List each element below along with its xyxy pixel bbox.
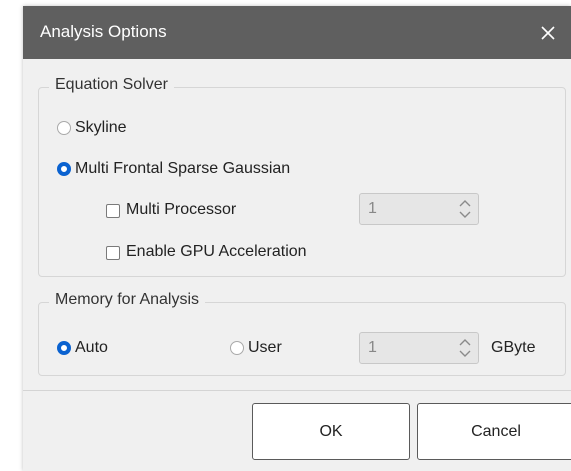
equation-solver-group: Equation Solver Skyline Multi Frontal Sp… <box>38 76 566 277</box>
gpu-acceleration-checkbox[interactable] <box>106 246 120 260</box>
title-bar: Analysis Options <box>23 6 571 59</box>
button-separator <box>23 390 571 391</box>
skyline-label[interactable]: Skyline <box>75 119 127 137</box>
multi-processor-spinbox[interactable]: 1 <box>359 193 479 225</box>
analysis-options-dialog: Analysis Options Equation Solver Skyline… <box>23 6 571 471</box>
gpu-acceleration-label[interactable]: Enable GPU Acceleration <box>126 243 307 261</box>
multi-processor-label[interactable]: Multi Processor <box>126 201 236 219</box>
multifrontal-label[interactable]: Multi Frontal Sparse Gaussian <box>75 160 290 178</box>
memory-user-value: 1 <box>368 339 377 356</box>
memory-unit-label: GByte <box>491 339 536 356</box>
close-button[interactable] <box>525 6 571 59</box>
ok-button[interactable]: OK <box>252 403 410 460</box>
multi-processor-value: 1 <box>368 200 377 217</box>
multifrontal-radio[interactable] <box>57 162 71 176</box>
memory-group: Memory for Analysis Auto User 1 GByte <box>38 291 566 376</box>
auto-label[interactable]: Auto <box>75 339 108 357</box>
spin-arrows-icon[interactable] <box>458 337 472 359</box>
skyline-radio[interactable] <box>57 121 71 135</box>
spin-arrows-icon[interactable] <box>458 198 472 220</box>
close-icon <box>541 25 555 40</box>
user-label[interactable]: User <box>248 339 282 357</box>
memory-user-spinbox[interactable]: 1 <box>359 332 479 364</box>
multi-processor-checkbox[interactable] <box>106 204 120 218</box>
user-radio[interactable] <box>230 341 244 355</box>
memory-legend: Memory for Analysis <box>49 291 206 309</box>
auto-radio[interactable] <box>57 341 71 355</box>
cancel-button[interactable]: Cancel <box>417 403 571 460</box>
dialog-title: Analysis Options <box>40 22 167 41</box>
equation-solver-legend: Equation Solver <box>49 76 174 94</box>
